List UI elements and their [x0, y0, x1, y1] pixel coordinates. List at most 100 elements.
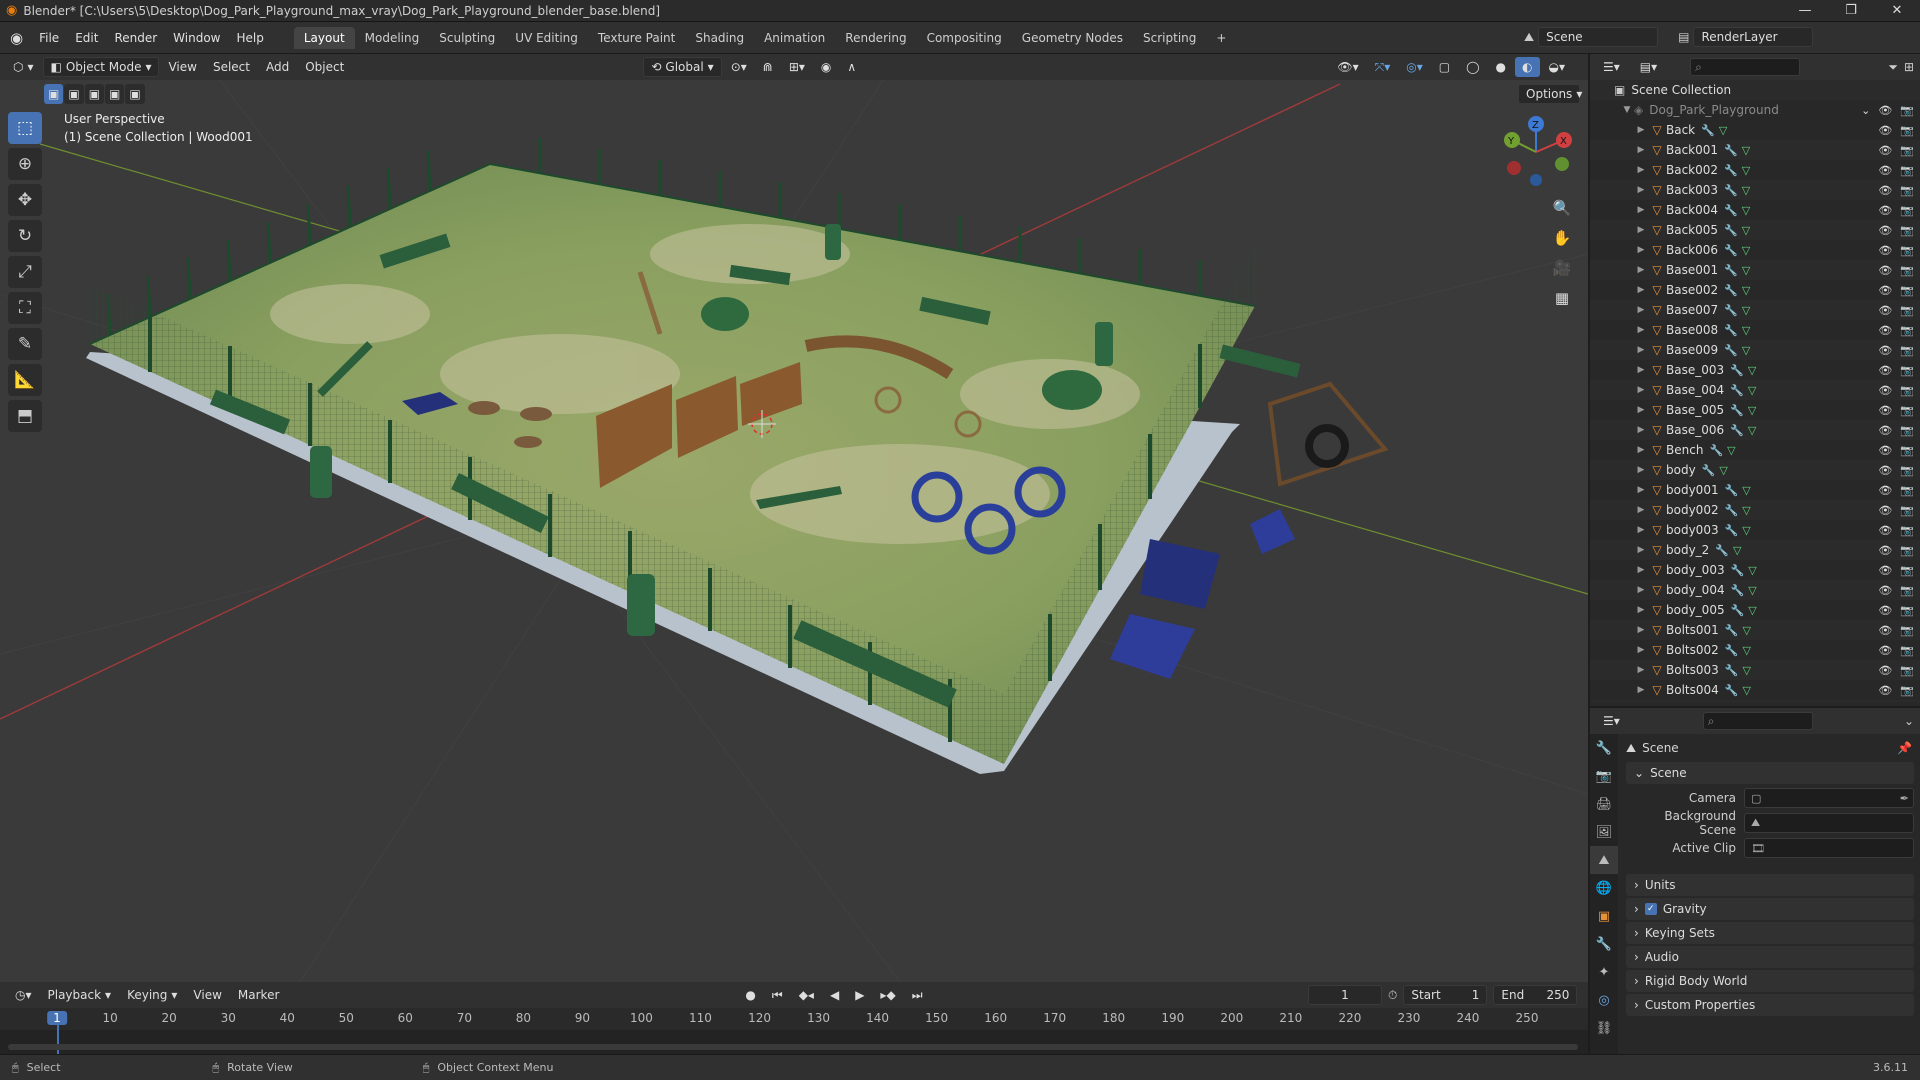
snap-settings-button[interactable]: ⊞▾: [782, 57, 812, 77]
mesh-data-icon[interactable]: ▽: [1748, 604, 1756, 617]
cursor-tool[interactable]: ⊕: [8, 148, 42, 180]
camera-icon[interactable]: 📷: [1900, 124, 1914, 137]
expand-icon[interactable]: ▶: [1634, 545, 1648, 555]
mesh-data-icon[interactable]: ▽: [1742, 324, 1750, 337]
camera-icon[interactable]: 📷: [1900, 264, 1914, 277]
outliner-object-row[interactable]: ▶ ▽ body003 🔧 ▽ 👁 📷: [1590, 520, 1920, 540]
proportional-edit-toggle[interactable]: ◉: [814, 57, 838, 77]
expand-icon[interactable]: ▶: [1634, 485, 1648, 495]
eye-icon[interactable]: 👁: [1878, 364, 1892, 377]
outliner-object-row[interactable]: ▶ ▽ body_004 🔧 ▽ 👁 📷: [1590, 580, 1920, 600]
tab-output[interactable]: 🖨: [1590, 790, 1618, 818]
eye-icon[interactable]: 👁: [1878, 604, 1892, 617]
panel-gravity[interactable]: › ✓ Gravity: [1626, 898, 1914, 920]
add-workspace-button[interactable]: +: [1206, 27, 1236, 49]
panel-rigid-body-world[interactable]: › Rigid Body World: [1626, 970, 1914, 992]
rotate-tool[interactable]: ↻: [8, 220, 42, 252]
mesh-data-icon[interactable]: ▽: [1742, 264, 1750, 277]
tab-geometry-nodes[interactable]: Geometry Nodes: [1012, 27, 1133, 49]
mesh-data-icon[interactable]: ▽: [1742, 344, 1750, 357]
outliner-object-row[interactable]: ▶ ▽ Base007 🔧 ▽ 👁 📷: [1590, 300, 1920, 320]
mesh-data-icon[interactable]: ▽: [1742, 304, 1750, 317]
mesh-data-icon[interactable]: ▽: [1742, 624, 1750, 637]
camera-icon[interactable]: 📷: [1900, 484, 1914, 497]
mesh-data-icon[interactable]: ▽: [1748, 384, 1756, 397]
transform-tool[interactable]: ⛶: [8, 292, 42, 324]
mesh-data-icon[interactable]: ▽: [1742, 684, 1750, 697]
outliner-object-row[interactable]: ▶ ▽ body001 🔧 ▽ 👁 📷: [1590, 480, 1920, 500]
mesh-data-icon[interactable]: ▽: [1748, 564, 1756, 577]
menu-edit[interactable]: Edit: [67, 22, 106, 54]
eye-icon[interactable]: 👁: [1878, 684, 1892, 697]
mode-selector[interactable]: ◧ Object Mode ▾: [42, 57, 160, 77]
mesh-data-icon[interactable]: ▽: [1742, 664, 1750, 677]
visibility-selector[interactable]: 👁▾: [1330, 57, 1365, 77]
outliner-object-row[interactable]: ▶ ▽ Back002 🔧 ▽ 👁 📷: [1590, 160, 1920, 180]
eye-icon[interactable]: 👁: [1878, 324, 1892, 337]
current-frame-field[interactable]: 1: [1308, 985, 1382, 1005]
editor-type-button[interactable]: ⬡ ▾: [6, 57, 41, 77]
select-subtract-button[interactable]: ▣: [84, 84, 105, 104]
minimize-button[interactable]: —: [1782, 0, 1828, 22]
gizmo-toggle[interactable]: ⤧▾: [1368, 57, 1398, 77]
expand-icon[interactable]: ▶: [1634, 205, 1648, 215]
modifier-icon[interactable]: 🔧: [1725, 624, 1739, 637]
viewport-scene[interactable]: [0, 54, 1588, 982]
navigation-gizmo[interactable]: Z X Y: [1498, 114, 1574, 190]
expand-icon[interactable]: ▶: [1634, 125, 1648, 135]
eye-icon[interactable]: 👁: [1878, 484, 1892, 497]
eye-icon[interactable]: 👁: [1878, 144, 1892, 157]
menu-window[interactable]: Window: [165, 22, 228, 54]
expand-icon[interactable]: ▶: [1634, 345, 1648, 355]
menu-render[interactable]: Render: [106, 22, 165, 54]
expand-icon[interactable]: ▶: [1634, 385, 1648, 395]
eye-icon[interactable]: 👁: [1878, 344, 1892, 357]
select-box-tool[interactable]: ⬚: [8, 112, 42, 144]
mesh-data-icon[interactable]: ▽: [1719, 464, 1727, 477]
ortho-toggle-button[interactable]: ▦: [1548, 284, 1576, 312]
expand-icon[interactable]: ▶: [1634, 505, 1648, 515]
play-button[interactable]: ▶: [848, 985, 871, 1005]
timeline-scrollbar[interactable]: [8, 1044, 1578, 1050]
checkbox-icon[interactable]: ⌄: [1861, 104, 1870, 117]
tab-layout[interactable]: Layout: [293, 26, 355, 49]
eye-icon[interactable]: 👁: [1878, 404, 1892, 417]
expand-icon[interactable]: ▶: [1634, 625, 1648, 635]
mesh-data-icon[interactable]: ▽: [1733, 544, 1741, 557]
overlays-toggle[interactable]: ◎▾: [1399, 57, 1430, 77]
filter-icon[interactable]: ⏷: [1888, 60, 1898, 75]
modifier-icon[interactable]: 🔧: [1724, 204, 1738, 217]
tab-physics[interactable]: ◎: [1590, 986, 1618, 1014]
camera-icon[interactable]: 📷: [1900, 664, 1914, 677]
pivot-point-button[interactable]: ⊙▾: [724, 57, 754, 77]
start-frame-field[interactable]: Start 1: [1403, 985, 1488, 1005]
next-keyframe-button[interactable]: ▸◆: [873, 985, 902, 1005]
modifier-icon[interactable]: 🔧: [1724, 224, 1738, 237]
eye-icon[interactable]: 👁: [1878, 544, 1892, 557]
expand-icon[interactable]: ▶: [1634, 685, 1648, 695]
eye-icon[interactable]: 👁: [1878, 224, 1892, 237]
camera-icon[interactable]: 📷: [1900, 584, 1914, 597]
outliner-object-row[interactable]: ▶ ▽ body_003 🔧 ▽ 👁 📷: [1590, 560, 1920, 580]
tab-view-layer[interactable]: 🖼: [1590, 818, 1618, 846]
expand-icon[interactable]: ▶: [1634, 145, 1648, 155]
modifier-icon[interactable]: 🔧: [1731, 564, 1745, 577]
mesh-data-icon[interactable]: ▽: [1748, 584, 1756, 597]
menu-object[interactable]: Object: [298, 57, 351, 77]
scene-selector[interactable]: Scene: [1538, 27, 1659, 47]
eye-icon[interactable]: 👁: [1878, 664, 1892, 677]
outliner-object-row[interactable]: ▶ ▽ Base_003 🔧 ▽ 👁 📷: [1590, 360, 1920, 380]
eye-icon[interactable]: 👁: [1878, 164, 1892, 177]
eye-icon[interactable]: 👁: [1878, 384, 1892, 397]
eye-icon[interactable]: 👁: [1878, 284, 1892, 297]
eye-icon[interactable]: 👁: [1878, 104, 1892, 117]
eye-icon[interactable]: 👁: [1878, 584, 1892, 597]
outliner-object-row[interactable]: ▶ ▽ body002 🔧 ▽ 👁 📷: [1590, 500, 1920, 520]
camera-view-button[interactable]: 🎥: [1548, 254, 1576, 282]
outliner-object-row[interactable]: ▶ ▽ Base008 🔧 ▽ 👁 📷: [1590, 320, 1920, 340]
shading-material[interactable]: ◐: [1515, 57, 1540, 77]
outliner-scene-collection[interactable]: ▣ Scene Collection: [1590, 80, 1920, 100]
modifier-icon[interactable]: 🔧: [1701, 124, 1715, 137]
properties-options-icon[interactable]: ⌄: [1904, 714, 1914, 728]
mesh-data-icon[interactable]: ▽: [1742, 184, 1750, 197]
